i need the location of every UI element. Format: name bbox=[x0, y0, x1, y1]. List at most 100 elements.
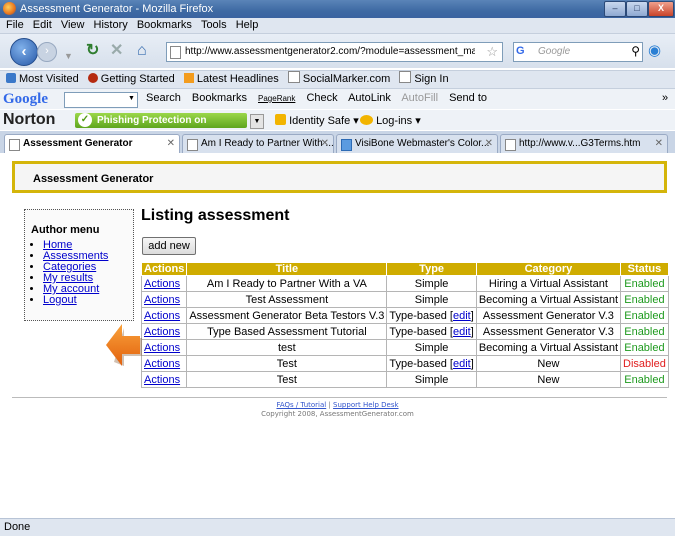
actions-link[interactable]: Actions bbox=[144, 326, 180, 338]
search-engine-icon[interactable]: G bbox=[516, 45, 525, 57]
search-icon[interactable]: ⚲ bbox=[631, 44, 640, 58]
google-autofill-button[interactable]: AutoFill bbox=[401, 92, 438, 104]
google-check-button[interactable]: Check bbox=[306, 92, 337, 104]
bookmark-most-visited[interactable]: Most Visited bbox=[6, 71, 79, 88]
actions-link[interactable]: Actions bbox=[144, 294, 180, 306]
actions-link[interactable]: Actions bbox=[144, 358, 180, 370]
menu-edit[interactable]: Edit bbox=[33, 18, 52, 33]
history-dropdown-icon[interactable]: ▼ bbox=[64, 47, 73, 65]
faq-tutorial-link[interactable]: FAQs / Tutorial bbox=[276, 401, 326, 409]
status-cell: Enabled bbox=[620, 307, 669, 324]
actions-cell: Actions bbox=[140, 323, 188, 340]
page-icon bbox=[187, 139, 198, 151]
phishing-protection-status[interactable]: ✓ Phishing Protection on bbox=[75, 113, 247, 128]
google-sendto-button[interactable]: Send to bbox=[449, 92, 487, 104]
page-icon bbox=[170, 46, 181, 59]
tab-am-i-ready[interactable]: Am I Ready to Partner With ... ✕ bbox=[182, 134, 334, 153]
pointer-arrow-icon bbox=[106, 324, 142, 366]
type-value: Type-based bbox=[389, 357, 447, 370]
close-tab-icon[interactable]: ✕ bbox=[485, 135, 493, 153]
status-cell: Enabled bbox=[620, 275, 669, 292]
actions-link[interactable]: Actions bbox=[144, 374, 180, 386]
google-autolink-button[interactable]: AutoLink bbox=[348, 92, 391, 104]
author-menu-title: Author menu bbox=[31, 224, 100, 236]
title-cell: Type Based Assessment Tutorial bbox=[186, 323, 388, 340]
footer: FAQs / Tutorial | Support Help Desk Copy… bbox=[0, 401, 675, 419]
norton-toolbar: Norton ✓ Phishing Protection on ▼ Identi… bbox=[0, 110, 675, 130]
table-row: Actions Test Simple New Enabled bbox=[140, 371, 669, 388]
bookmark-getting-started[interactable]: Getting Started bbox=[87, 71, 175, 88]
status-text: Done bbox=[4, 521, 31, 533]
bookmarks-toolbar: Most Visited Getting Started Latest Head… bbox=[0, 70, 675, 89]
tab-g3terms[interactable]: http://www.v...G3Terms.htm ✕ bbox=[500, 134, 668, 153]
maximize-button[interactable]: □ bbox=[626, 1, 648, 17]
table-row: Actions Assessment Generator Beta Testors… bbox=[140, 307, 669, 324]
type-value: Simple bbox=[414, 373, 449, 386]
menu-bookmarks[interactable]: Bookmarks bbox=[137, 18, 192, 33]
add-new-button[interactable]: add new bbox=[142, 237, 196, 255]
page-icon bbox=[287, 71, 300, 83]
bookmark-sign-in[interactable]: Sign In bbox=[399, 71, 449, 88]
author-menu: Author menu Home Assessments Categories … bbox=[24, 209, 134, 321]
firefox-bookmark-icon bbox=[87, 73, 98, 83]
google-search-button[interactable]: Search bbox=[146, 92, 181, 104]
edit-link[interactable]: edit bbox=[453, 310, 471, 322]
close-button[interactable]: X bbox=[648, 1, 674, 17]
menu-view[interactable]: View bbox=[61, 18, 85, 33]
column-header-type: Type bbox=[386, 262, 477, 276]
column-header-category: Category bbox=[475, 262, 622, 276]
google-pagerank[interactable]: PageRank bbox=[258, 94, 295, 103]
assessment-table: Actions Title Type Category Status Actio… bbox=[140, 262, 669, 388]
rss-icon bbox=[183, 73, 194, 83]
logins-button[interactable]: Log-ins ▾ bbox=[360, 114, 421, 127]
actions-link[interactable]: Actions bbox=[144, 342, 180, 354]
menu-help[interactable]: Help bbox=[236, 18, 259, 33]
close-tab-icon[interactable]: ✕ bbox=[655, 135, 663, 153]
support-help-desk-link[interactable]: Support Help Desk bbox=[333, 401, 398, 409]
edit-link[interactable]: edit bbox=[453, 326, 471, 338]
page-content: Assessment Generator Author menu Home As… bbox=[0, 153, 675, 518]
forward-button[interactable]: › bbox=[37, 42, 57, 62]
actions-link[interactable]: Actions bbox=[144, 310, 180, 322]
identity-safe-button[interactable]: Identity Safe ▾ bbox=[275, 114, 359, 127]
type-cell: Type-based [edit] bbox=[386, 307, 477, 324]
back-button[interactable]: ‹ bbox=[10, 38, 38, 66]
type-value: Simple bbox=[414, 341, 449, 354]
minimize-button[interactable]: – bbox=[604, 1, 626, 17]
more-chevron-icon[interactable]: » bbox=[662, 92, 668, 104]
status-cell: Enabled bbox=[620, 323, 669, 340]
tab-assessment-generator[interactable]: Assessment Generator ✕ bbox=[4, 134, 180, 154]
actions-cell: Actions bbox=[140, 339, 188, 356]
phishing-dropdown-button[interactable]: ▼ bbox=[250, 114, 264, 129]
stop-icon[interactable]: ✕ bbox=[110, 42, 123, 60]
addon-icon[interactable]: ◉ bbox=[648, 42, 661, 60]
author-menu-logout[interactable]: Logout bbox=[43, 294, 77, 306]
actions-cell: Actions bbox=[140, 291, 188, 308]
actions-link[interactable]: Actions bbox=[144, 278, 180, 290]
menu-history[interactable]: History bbox=[94, 18, 128, 33]
url-text[interactable]: http://www.assessmentgenerator2.com/?mod… bbox=[185, 46, 475, 57]
bookmark-star-icon[interactable]: ☆ bbox=[486, 44, 498, 60]
home-icon[interactable]: ⌂ bbox=[137, 42, 147, 60]
search-box[interactable]: G Google ⚲ bbox=[513, 42, 643, 62]
page-icon bbox=[505, 139, 516, 151]
menu-file[interactable]: File bbox=[6, 18, 24, 33]
check-icon: ✓ bbox=[78, 113, 92, 127]
bookmark-latest-headlines[interactable]: Latest Headlines bbox=[183, 71, 279, 88]
url-bar[interactable]: http://www.assessmentgenerator2.com/?mod… bbox=[166, 42, 503, 62]
type-value: Simple bbox=[414, 293, 449, 306]
bookmark-socialmarker[interactable]: SocialMarker.com bbox=[287, 71, 390, 88]
google-bookmarks-button[interactable]: Bookmarks bbox=[192, 92, 247, 104]
close-tab-icon[interactable]: ✕ bbox=[167, 135, 175, 153]
column-header-title: Title bbox=[186, 262, 388, 276]
tab-visibone[interactable]: VisiBone Webmaster's Color... ✕ bbox=[336, 134, 498, 153]
copyright-text: Copyright 2008, AssessmentGenerator.com bbox=[261, 410, 414, 418]
close-tab-icon[interactable]: ✕ bbox=[321, 135, 329, 153]
type-value: Simple bbox=[414, 277, 449, 290]
edit-link[interactable]: edit bbox=[453, 358, 471, 370]
chevron-down-icon[interactable]: ▼ bbox=[128, 95, 135, 102]
category-cell: Becoming a Virtual Assistant bbox=[475, 291, 622, 308]
google-search-input[interactable] bbox=[64, 92, 138, 108]
menu-tools[interactable]: Tools bbox=[201, 18, 227, 33]
reload-icon[interactable]: ↻ bbox=[86, 42, 99, 60]
